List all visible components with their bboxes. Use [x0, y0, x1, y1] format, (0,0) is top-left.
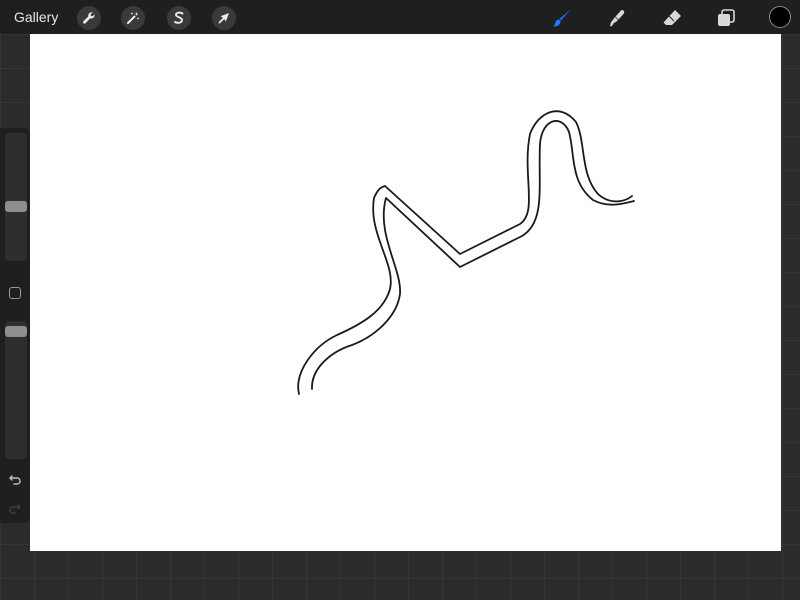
eraser-icon [663, 10, 681, 25]
outer-stroke [297, 110, 633, 395]
inner-stroke [311, 120, 635, 390]
brush-button[interactable] [550, 6, 574, 30]
adjustments-button[interactable] [121, 6, 145, 30]
magic-wand-icon [127, 12, 139, 24]
arrow-cursor-icon [218, 13, 229, 24]
layers-button[interactable] [714, 6, 738, 30]
smudge-button[interactable] [605, 6, 629, 30]
redo-icon [9, 504, 21, 514]
brush-opacity-thumb[interactable] [5, 326, 27, 337]
modify-button[interactable] [9, 287, 21, 299]
transform-button[interactable] [212, 6, 236, 30]
left-sidebar [0, 128, 30, 523]
smudge-icon [610, 10, 625, 27]
selection-s-icon [174, 11, 184, 24]
top-toolbar: Gallery [0, 0, 800, 34]
undo-button[interactable] [7, 471, 23, 487]
eraser-button[interactable] [660, 6, 684, 30]
brush-size-thumb[interactable] [5, 201, 27, 212]
actions-button[interactable] [77, 6, 101, 30]
color-picker-button[interactable] [769, 6, 791, 28]
redo-button[interactable] [7, 500, 23, 516]
brush-opacity-slider[interactable] [5, 321, 27, 459]
drawing-canvas[interactable] [30, 34, 781, 551]
layers-icon [718, 9, 735, 26]
selection-button[interactable] [167, 6, 191, 30]
drawing-strokes [297, 110, 635, 395]
brush-icon [553, 9, 571, 27]
wrench-icon [83, 12, 95, 24]
gallery-button[interactable]: Gallery [14, 9, 58, 25]
brush-size-slider[interactable] [5, 133, 27, 261]
undo-icon [9, 475, 21, 485]
